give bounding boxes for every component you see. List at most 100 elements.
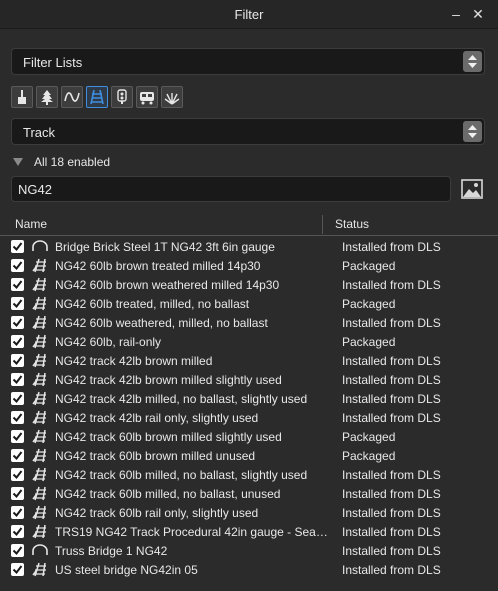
table-row[interactable]: NG42 track 60lb brown milled slightly us… [0, 427, 498, 446]
table-row[interactable]: Truss Bridge 1 NG42 Installed from DLS [0, 541, 498, 560]
table-row[interactable]: NG42 60lb brown weathered milled 14p30 I… [0, 275, 498, 294]
row-name: US steel bridge NG42in 05 [55, 563, 198, 577]
row-checkbox[interactable] [11, 468, 24, 481]
row-checkbox[interactable] [11, 449, 24, 462]
row-status: Installed from DLS [342, 392, 441, 406]
row-name: NG42 track 60lb milled, no ballast, unus… [55, 487, 281, 501]
checkmark-icon [12, 318, 23, 328]
row-status: Installed from DLS [342, 278, 441, 292]
category-dropdown[interactable]: Track [11, 118, 485, 145]
updown-arrows-icon[interactable] [463, 121, 482, 142]
table-row[interactable]: NG42 track 42lb rail only, slightly used… [0, 408, 498, 427]
train-tool-button[interactable] [136, 86, 158, 108]
table-row[interactable]: Bridge Brick Steel 1T NG42 3ft 6in gauge… [0, 237, 498, 256]
row-name: NG42 track 60lb rail only, slightly used [55, 506, 259, 520]
row-name: NG42 track 60lb milled, no ballast, slig… [55, 468, 308, 482]
row-checkbox[interactable] [11, 240, 24, 253]
grass-icon [164, 93, 180, 105]
row-checkbox[interactable] [11, 354, 24, 367]
row-name: TRS19 NG42 Track Procedural 42in gauge -… [55, 525, 333, 539]
table-row[interactable]: NG42 track 60lb rail only, slightly used… [0, 503, 498, 522]
minimize-button[interactable]: – [446, 4, 466, 24]
track-icon [32, 410, 48, 425]
row-checkbox[interactable] [11, 506, 24, 519]
table-row[interactable]: NG42 60lb, rail-only Packaged [0, 332, 498, 351]
expand-triangle-icon[interactable] [13, 157, 23, 167]
table-row[interactable]: US steel bridge NG42in 05 Installed from… [0, 560, 498, 579]
paintbrush-tool-button[interactable] [11, 86, 33, 108]
track-icon [32, 429, 48, 444]
row-checkbox[interactable] [11, 525, 24, 538]
row-name: NG42 track 42lb brown milled slightly us… [55, 373, 282, 387]
row-checkbox[interactable] [11, 278, 24, 291]
track-icon [32, 334, 48, 349]
image-preview-button[interactable] [461, 178, 483, 200]
bridge-icon [32, 543, 48, 558]
row-status: Installed from DLS [342, 487, 441, 501]
column-separator[interactable] [322, 215, 323, 234]
row-status: Packaged [342, 297, 396, 311]
row-checkbox[interactable] [11, 430, 24, 443]
row-checkbox[interactable] [11, 411, 24, 424]
track-icon [32, 467, 48, 482]
checkmark-icon [12, 489, 23, 499]
row-status: Installed from DLS [342, 240, 441, 254]
train-icon [140, 92, 154, 105]
row-name: Truss Bridge 1 NG42 [55, 544, 168, 558]
track-icon [32, 562, 48, 577]
checkmark-icon [12, 432, 23, 442]
row-checkbox[interactable] [11, 392, 24, 405]
grass-tool-button[interactable] [161, 86, 183, 108]
spline-tool-button[interactable] [61, 86, 83, 108]
track-icon [32, 315, 48, 330]
tree-tool-button[interactable] [36, 86, 58, 108]
signal-tool-button[interactable] [111, 86, 133, 108]
enabled-summary-text: All 18 enabled [34, 155, 111, 169]
row-checkbox[interactable] [11, 544, 24, 557]
close-button[interactable]: ✕ [468, 4, 488, 24]
updown-arrows-icon[interactable] [463, 51, 482, 72]
checkmark-icon [12, 451, 23, 461]
track-icon [32, 524, 48, 539]
column-header-status[interactable]: Status [335, 217, 369, 231]
table-header: Name Status [0, 213, 498, 236]
table-row[interactable]: NG42 track 42lb brown milled Installed f… [0, 351, 498, 370]
search-input[interactable] [11, 176, 451, 202]
table-row[interactable]: NG42 60lb brown treated milled 14p30 Pac… [0, 256, 498, 275]
category-label: Track [23, 125, 56, 140]
table-row[interactable]: NG42 track 60lb milled, no ballast, slig… [0, 465, 498, 484]
window-title: Filter [234, 7, 264, 22]
spline-icon [64, 92, 80, 102]
row-checkbox[interactable] [11, 563, 24, 576]
row-status: Installed from DLS [342, 525, 441, 539]
row-name: NG42 60lb weathered, milled, no ballast [55, 316, 268, 330]
table-row[interactable]: NG42 track 60lb brown milled unused Pack… [0, 446, 498, 465]
row-checkbox[interactable] [11, 487, 24, 500]
row-status: Installed from DLS [342, 506, 441, 520]
row-checkbox[interactable] [11, 373, 24, 386]
checkmark-icon [12, 527, 23, 537]
table-row[interactable]: NG42 60lb treated, milled, no ballast Pa… [0, 294, 498, 313]
track-icon [32, 448, 48, 463]
column-header-name[interactable]: Name [15, 217, 47, 231]
row-checkbox[interactable] [11, 297, 24, 310]
row-status: Installed from DLS [342, 544, 441, 558]
paintbrush-icon [18, 90, 26, 104]
row-checkbox[interactable] [11, 335, 24, 348]
table-row[interactable]: NG42 track 60lb milled, no ballast, unus… [0, 484, 498, 503]
track-icon [32, 391, 48, 406]
checkmark-icon [12, 261, 23, 271]
row-status: Packaged [342, 449, 396, 463]
checkmark-icon [12, 413, 23, 423]
filter-lists-dropdown[interactable]: Filter Lists [11, 48, 485, 75]
checkmark-icon [12, 546, 23, 556]
table-row[interactable]: NG42 track 42lb milled, no ballast, slig… [0, 389, 498, 408]
checkmark-icon [12, 356, 23, 366]
table-row[interactable]: TRS19 NG42 Track Procedural 42in gauge -… [0, 522, 498, 541]
row-checkbox[interactable] [11, 316, 24, 329]
table-row[interactable]: NG42 60lb weathered, milled, no ballast … [0, 313, 498, 332]
track-tool-button[interactable] [86, 86, 108, 108]
row-checkbox[interactable] [11, 259, 24, 272]
table-row[interactable]: NG42 track 42lb brown milled slightly us… [0, 370, 498, 389]
checkmark-icon [12, 565, 23, 575]
